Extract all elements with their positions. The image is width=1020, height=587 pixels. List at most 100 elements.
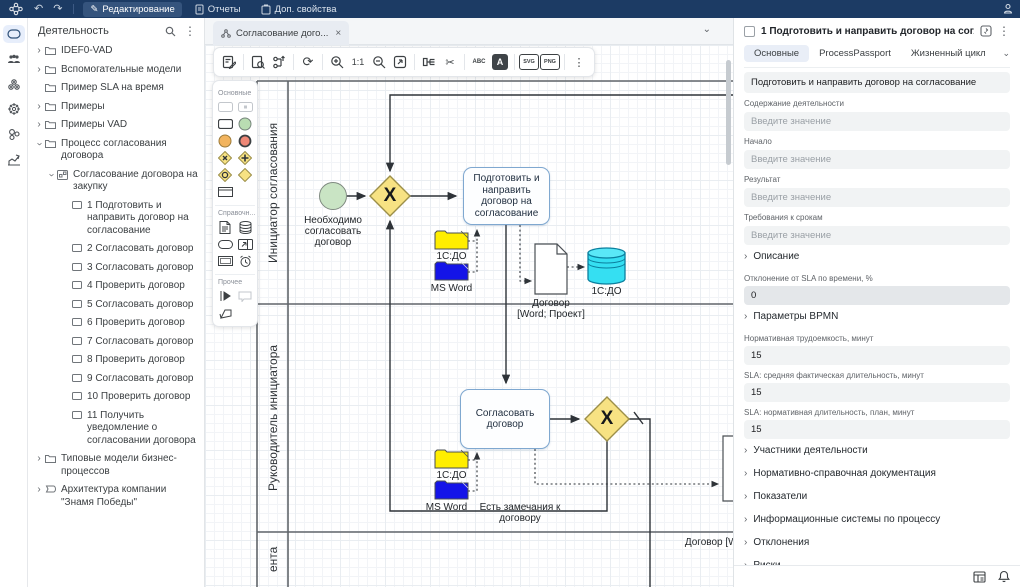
tab-diagram[interactable]: Согласование дого... × xyxy=(213,21,349,45)
zoom-out-icon[interactable] xyxy=(369,52,389,72)
redo-icon[interactable]: ↷ xyxy=(51,4,64,15)
chevron-right-icon[interactable]: › xyxy=(34,101,44,113)
palette-object-icon[interactable] xyxy=(217,254,233,268)
palette-lane-icon[interactable] xyxy=(217,185,233,199)
section-participants[interactable]: › Участники деятельности xyxy=(744,439,1010,462)
text-labels-icon[interactable]: ABC xyxy=(469,52,489,72)
rail-roles-button[interactable] xyxy=(3,75,25,93)
folder-msword-shape[interactable] xyxy=(435,262,468,280)
export-png-button[interactable]: PNG xyxy=(540,52,560,72)
document-shape-2[interactable] xyxy=(723,436,733,501)
palette-gateway-exclusive-icon[interactable] xyxy=(217,151,233,165)
field-input-result[interactable] xyxy=(744,188,1010,207)
tree-item[interactable]: › Согласование договора на закупку xyxy=(28,166,204,197)
tab-list-chevron-icon[interactable]: ⌄ xyxy=(703,24,711,35)
fit-to-screen-icon[interactable] xyxy=(390,52,410,72)
chevron-right-icon[interactable]: › xyxy=(34,45,44,57)
palette-term-icon[interactable] xyxy=(217,237,233,251)
palette-gateway-plain-icon[interactable] xyxy=(237,168,253,182)
close-icon[interactable]: × xyxy=(335,28,341,39)
palette-offpage-icon[interactable] xyxy=(217,306,233,320)
tree-item[interactable]: 6 Проверить договор xyxy=(28,314,204,333)
tree-item[interactable]: 2 Согласовать договор xyxy=(28,240,204,259)
tree-item[interactable]: 9 Согласовать договор xyxy=(28,370,204,389)
edit-mode-button[interactable]: ✎ Редактирование xyxy=(83,2,181,17)
field-input-deadlines[interactable] xyxy=(744,226,1010,245)
canvas-vertical-scrollbar[interactable] xyxy=(726,60,731,165)
tree-item[interactable]: › IDEF0-VAD xyxy=(28,42,204,61)
tree-item[interactable]: 8 Проверить договор xyxy=(28,351,204,370)
tab-lifecycle[interactable]: Жизненный цикл xyxy=(901,45,996,62)
document-shape-1[interactable] xyxy=(535,244,567,294)
section-indicators[interactable]: › Показатели xyxy=(744,485,1010,508)
palette-document-icon[interactable] xyxy=(217,220,233,234)
chevron-right-icon[interactable]: › xyxy=(34,119,44,131)
palette-timer-icon[interactable] xyxy=(237,254,253,268)
font-style-button[interactable]: A xyxy=(490,52,510,72)
field-input-content[interactable] xyxy=(744,112,1010,131)
name-value-field[interactable]: Подготовить и направить договор на согла… xyxy=(744,72,1010,93)
database-shape[interactable] xyxy=(588,248,625,284)
chevron-right-icon[interactable]: › xyxy=(34,453,44,465)
gateway-x-label[interactable]: X xyxy=(590,404,624,434)
user-icon[interactable] xyxy=(1002,3,1014,15)
search-form-icon[interactable] xyxy=(248,52,268,72)
tree-menu-kebab-icon[interactable]: ⋮ xyxy=(184,24,196,38)
palette-pool-h-icon[interactable] xyxy=(217,100,233,114)
extra-properties-button[interactable]: Доп. свойства xyxy=(254,2,344,17)
outline-icon[interactable] xyxy=(419,52,439,72)
section-description[interactable]: › Описание xyxy=(744,245,1010,268)
tree-item[interactable]: 11 Получить уведомление о согласовании д… xyxy=(28,407,204,451)
cut-icon[interactable]: ✂ xyxy=(440,52,460,72)
bell-icon[interactable] xyxy=(998,570,1010,583)
tree-item[interactable]: › Примеры xyxy=(28,98,204,117)
start-event[interactable] xyxy=(319,182,347,210)
section-bpmn-params[interactable]: › Параметры BPMN xyxy=(744,305,1010,328)
tree-item[interactable]: › Процесс согласования договора xyxy=(28,135,204,166)
lane-label-initiator[interactable]: Инициатор согласования xyxy=(258,81,288,304)
sla-plan-duration-value[interactable]: 15 xyxy=(744,420,1010,439)
section-info-systems[interactable]: › Информационные системы по процессу xyxy=(744,508,1010,531)
rail-objects-button[interactable] xyxy=(3,125,25,143)
refresh-icon[interactable]: ⟳ xyxy=(298,52,318,72)
palette-database-icon[interactable] xyxy=(237,220,253,234)
zoom-in-icon[interactable] xyxy=(327,52,347,72)
hierarchy-icon[interactable] xyxy=(269,52,289,72)
palette-end-event-icon[interactable] xyxy=(237,134,253,148)
palette-gateway-inclusive-icon[interactable] xyxy=(217,168,233,182)
tree-item[interactable]: › Архитектура компании "Знамя Победы" xyxy=(28,481,204,512)
chevron-right-icon[interactable]: › xyxy=(34,64,44,76)
chevron-right-icon[interactable]: › xyxy=(34,484,44,496)
folder-1cdo-shape-2[interactable] xyxy=(435,450,468,468)
diagram-canvas[interactable]: Инициатор согласования Руководитель иниц… xyxy=(205,45,733,587)
tree-item[interactable]: › Примеры VAD xyxy=(28,116,204,135)
rail-orgstructure-button[interactable] xyxy=(3,50,25,68)
chevron-down-icon[interactable]: › xyxy=(33,139,45,149)
export-svg-button[interactable]: SVG xyxy=(519,52,539,72)
app-logo-icon[interactable] xyxy=(6,2,26,16)
tree-item[interactable]: 3 Согласовать договор xyxy=(28,259,204,278)
palette-gateway-parallel-icon[interactable] xyxy=(237,151,253,165)
lane-label-manager[interactable]: Руководитель инициатора xyxy=(258,304,288,532)
select-checkbox[interactable] xyxy=(744,26,755,37)
palette-pool-v-icon[interactable] xyxy=(237,100,253,114)
tree-item[interactable]: Пример SLA на время xyxy=(28,79,204,98)
gateway-x-label[interactable]: X xyxy=(373,181,407,211)
folder-1cdo-shape[interactable] xyxy=(435,231,468,249)
palette-marker-icon[interactable] xyxy=(217,289,233,303)
calc-table-icon[interactable] xyxy=(973,571,986,583)
reports-button[interactable]: Отчеты xyxy=(188,2,248,17)
palette-start-event-icon[interactable] xyxy=(237,117,253,131)
tree-item[interactable]: 1 Подготовить и направить договор на сог… xyxy=(28,197,204,241)
search-icon[interactable] xyxy=(165,26,176,37)
edit-form-icon[interactable] xyxy=(219,52,239,72)
rail-processes-button[interactable] xyxy=(3,25,25,43)
tree-item[interactable]: 10 Проверить договор xyxy=(28,388,204,407)
section-reference-docs[interactable]: › Нормативно-справочная документация xyxy=(744,462,1010,485)
zoom-100-button[interactable]: 1:1 xyxy=(348,52,368,72)
sla-actual-duration-value[interactable]: 15 xyxy=(744,383,1010,402)
tree-item[interactable]: › Вспомогательные модели xyxy=(28,61,204,80)
undo-icon[interactable]: ↶ xyxy=(32,4,45,15)
palette-intermediate-event-icon[interactable] xyxy=(217,134,233,148)
rail-indicators-button[interactable] xyxy=(3,150,25,168)
